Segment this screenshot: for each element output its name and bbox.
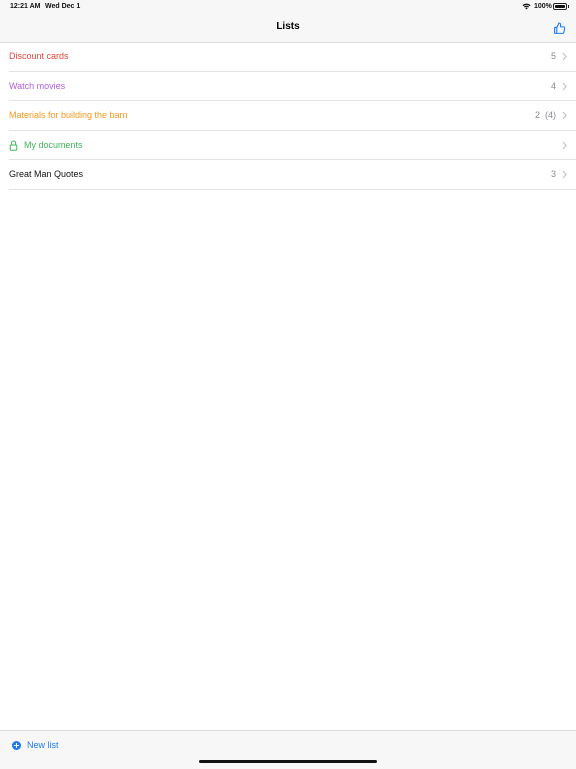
list-item-count: 5 bbox=[550, 51, 556, 61]
status-date: Wed Dec 1 bbox=[45, 3, 81, 10]
new-list-button[interactable]: New list bbox=[12, 740, 59, 750]
new-list-label: New list bbox=[27, 740, 59, 750]
thumbs-up-button[interactable] bbox=[551, 20, 567, 36]
thumbs-up-icon bbox=[553, 22, 565, 34]
list-item-label: Discount cards bbox=[9, 51, 69, 61]
home-indicator bbox=[199, 760, 377, 763]
battery-percentage: 100% bbox=[534, 3, 552, 10]
list-item-label: Materials for building the barn bbox=[9, 110, 128, 121]
status-bar: 12:21 AM Wed Dec 1 100% bbox=[0, 0, 576, 14]
list-item-count: 3 bbox=[550, 169, 556, 180]
battery-icon bbox=[553, 3, 569, 10]
plus-circle-icon bbox=[12, 740, 21, 750]
chevron-right-icon bbox=[562, 141, 567, 150]
list-item-my-documents[interactable]: My documents bbox=[9, 131, 576, 161]
status-time: 12:21 AM bbox=[10, 3, 41, 10]
list-item-great-man-quotes[interactable]: Great Man Quotes 3 bbox=[9, 160, 576, 190]
chevron-right-icon bbox=[562, 111, 567, 120]
list-item-watch-movies[interactable]: Watch movies 4 bbox=[9, 72, 576, 102]
list-item-label: My documents bbox=[24, 139, 83, 150]
list-item-count: 2 (4) bbox=[534, 110, 556, 121]
chevron-right-icon bbox=[562, 82, 567, 90]
chevron-right-icon bbox=[562, 170, 567, 179]
chevron-right-icon bbox=[562, 52, 567, 61]
lists-table: Discount cards 5 Watch movies 4 Material… bbox=[9, 42, 576, 190]
list-item-count: 4 bbox=[550, 80, 556, 91]
lock-icon bbox=[9, 140, 18, 151]
page-title: Lists bbox=[276, 21, 300, 32]
list-item-materials-barn[interactable]: Materials for building the barn 2 (4) bbox=[9, 101, 576, 131]
list-item-label: Great Man Quotes bbox=[9, 169, 84, 180]
wifi-icon bbox=[522, 3, 531, 10]
list-item-discount-cards[interactable]: Discount cards 5 bbox=[9, 42, 576, 72]
list-item-label: Watch movies bbox=[9, 80, 66, 91]
bottom-toolbar: New list bbox=[0, 730, 576, 769]
navigation-header: 12:21 AM Wed Dec 1 100% Lists bbox=[0, 0, 576, 43]
